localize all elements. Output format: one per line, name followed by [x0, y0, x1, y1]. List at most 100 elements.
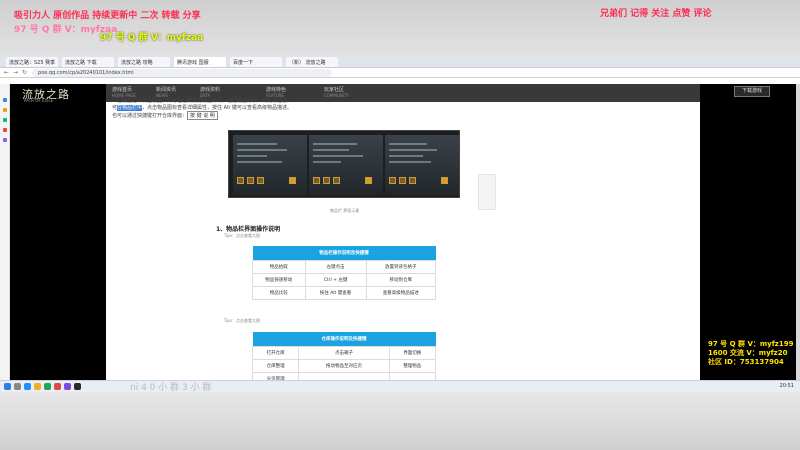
item-slot-highlighted [365, 177, 372, 184]
panel-text-line [313, 155, 363, 157]
sidebar-app-icon[interactable] [3, 98, 7, 102]
tip-text: Tips：点击查看大图 [224, 233, 261, 238]
browser-icon[interactable] [24, 383, 31, 390]
item-slot [247, 177, 254, 184]
back-icon[interactable]: ← [4, 69, 9, 76]
overlay-line: 社区 ID：753137904 [708, 358, 784, 366]
panel-text-line [313, 149, 349, 151]
screenshot-panel [233, 135, 307, 195]
nav-sublabel: COMMUNITY [324, 93, 349, 98]
item-slot [389, 177, 396, 184]
shortcut-table-1: 物品栏操作说明及快捷键 物品拾取 左键点击 放置到背包格子 物品快速移动 Ctr… [252, 246, 437, 300]
panel-text-line [313, 161, 341, 163]
panel-text-line [389, 143, 427, 145]
app-icon[interactable] [74, 383, 81, 390]
panel-text-line [389, 155, 423, 157]
taskbar-clock[interactable]: 20:51 [780, 383, 794, 389]
table-cell: 查看高级物品描述 [365, 285, 437, 300]
shortcut-table-2: 仓库操作说明及快捷键 打开仓库 点击箱子 界面切换 仓库整理 拖动物品至对应页 … [251, 332, 437, 386]
table-cell: 点击箱子 [298, 345, 390, 360]
table-row: 物品比较 按住 Alt 键查看 查看高级物品描述 [252, 285, 437, 300]
download-game-button[interactable]: 下载游戏 [734, 86, 770, 97]
table-cell: 左键点击 [304, 259, 367, 274]
app-icon[interactable] [44, 383, 51, 390]
table-cell: 整理物品 [388, 358, 437, 373]
item-slot [237, 177, 244, 184]
windows-taskbar: 20:51 [0, 380, 800, 392]
table-cell: 打开仓库 [251, 345, 300, 360]
overlay-line: 1600 交流 V：myfz20 [708, 349, 788, 357]
item-slot [257, 177, 264, 184]
screenshot-panel [385, 135, 459, 195]
table-row: 物品快速移动 Ctrl + 左键 移动到仓库 [252, 272, 437, 287]
item-slot [323, 177, 330, 184]
item-slot [399, 177, 406, 184]
url-input[interactable]: poe.qq.com/cp/a20240101/index.html [32, 69, 332, 77]
section-title: 1、物品栏界面操作说明 [216, 226, 281, 233]
browser-tab[interactable]: 流放之路 下载 [62, 57, 114, 67]
table-row: 仓库整理 拖动物品至对应页 整理物品 [251, 358, 437, 373]
table-cell: 物品拾取 [252, 259, 306, 274]
browser-address-bar: ← → ↻ poe.qq.com/cp/a20240101/index.html [0, 68, 800, 78]
panel-text-line [237, 155, 267, 157]
start-icon[interactable] [4, 383, 11, 390]
table-cell: 按住 Alt 键查看 [304, 285, 367, 300]
table-cell: 物品快速移动 [252, 272, 306, 287]
table-cell: 移动到仓库 [365, 272, 437, 287]
blurred-bottom-band [0, 392, 800, 450]
browser-tab-bar: 流放之路：S25 赛季 流放之路 下载 流放之路 攻略 腾讯游戏 国服 百度一下… [0, 56, 800, 68]
item-slot [409, 177, 416, 184]
item-slot [333, 177, 340, 184]
panel-text-line [389, 161, 431, 163]
table-cell: Ctrl + 左键 [304, 272, 367, 287]
floating-side-widget[interactable] [478, 174, 496, 210]
table-cell: 界面切换 [388, 345, 437, 360]
table-header: 物品栏操作说明及快捷键 [252, 246, 436, 260]
browser-tab[interactable]: 百度一下 [230, 57, 282, 67]
browser-sidebar [0, 84, 10, 380]
sidebar-app-icon[interactable] [3, 108, 7, 112]
sidebar-app-icon[interactable] [3, 128, 7, 132]
page-bg-right [700, 84, 796, 380]
table-cell: 拖动物品至对应页 [298, 358, 390, 373]
table-cell: 仓库整理 [251, 358, 300, 373]
panel-text-line [237, 161, 282, 163]
table-row: 物品拾取 左键点击 放置到背包格子 [252, 259, 437, 274]
inline-key-box: 按 键 说 明 [187, 111, 218, 120]
article-paragraph: 也可以通过快捷键打开仓库界面：按 键 说 明 [112, 111, 218, 120]
stream-overlay-text: 97 号 Q 群 V：myfz199 1600 交流 V：myfz20 社区 I… [708, 340, 793, 367]
table-header: 仓库操作说明及快捷键 [252, 332, 436, 346]
panel-text-line [237, 149, 287, 151]
panel-text-line [389, 149, 437, 151]
overlay-text-top-left: 吸引力人 原创作品 持续更新中 二次 转载 分享 [14, 11, 201, 21]
browser-tab[interactable]: （新） 流放之路 [286, 57, 338, 67]
nav-item-community[interactable]: 玩家社区 COMMUNITY [324, 86, 349, 98]
article-paragraph: 可在物品栏中，点击物品图标查看详细属性，按住 Alt 键可以查看高级物品描述。 [112, 104, 292, 111]
panel-text-line [237, 143, 277, 145]
table-cell: 物品比较 [252, 285, 306, 300]
app-icon[interactable] [54, 383, 61, 390]
inventory-screenshot[interactable] [228, 130, 460, 198]
overlay-text-yellow: 97 号 Q 群 V：myfzaa [100, 33, 204, 43]
screen: 吸引力人 原创作品 持续更新中 二次 转载 分享 97 号 Q 群 V：myfz… [0, 0, 800, 450]
table-row: 打开仓库 点击箱子 界面切换 [251, 345, 437, 360]
page-bg-left [10, 84, 106, 380]
folder-icon[interactable] [34, 383, 41, 390]
forward-icon[interactable]: → [13, 69, 18, 76]
browser-tab[interactable]: 流放之路 攻略 [118, 57, 170, 67]
text-span: 也可以通过快捷键打开仓库界面： [112, 113, 188, 119]
browser-tab-active[interactable]: 腾讯游戏 国服 [174, 57, 226, 67]
browser-tab[interactable]: 流放之路：S25 赛季 [6, 57, 58, 67]
game-logo-subtitle: PATH OF EXILE [24, 98, 54, 103]
tip-text: Tips：点击查看大图 [224, 318, 261, 323]
sidebar-app-icon[interactable] [3, 138, 7, 142]
app-icon[interactable] [64, 383, 71, 390]
image-caption: 物品栏 界面示意 [330, 208, 360, 213]
article-paragraph: …在物品栏中点击物品，即可在右侧预览物品详情，包括物品等级、词缀等信息。 [112, 98, 293, 104]
overlay-text-top-right: 兄弟们 记得 关注 点赞 评论 [600, 9, 712, 19]
search-icon[interactable] [14, 383, 21, 390]
overlay-text-bottom: ni 4 0 小 群 3 小 群 [130, 383, 212, 393]
sidebar-app-icon[interactable] [3, 118, 7, 122]
refresh-icon[interactable]: ↻ [22, 69, 27, 76]
panel-text-line [313, 143, 357, 145]
